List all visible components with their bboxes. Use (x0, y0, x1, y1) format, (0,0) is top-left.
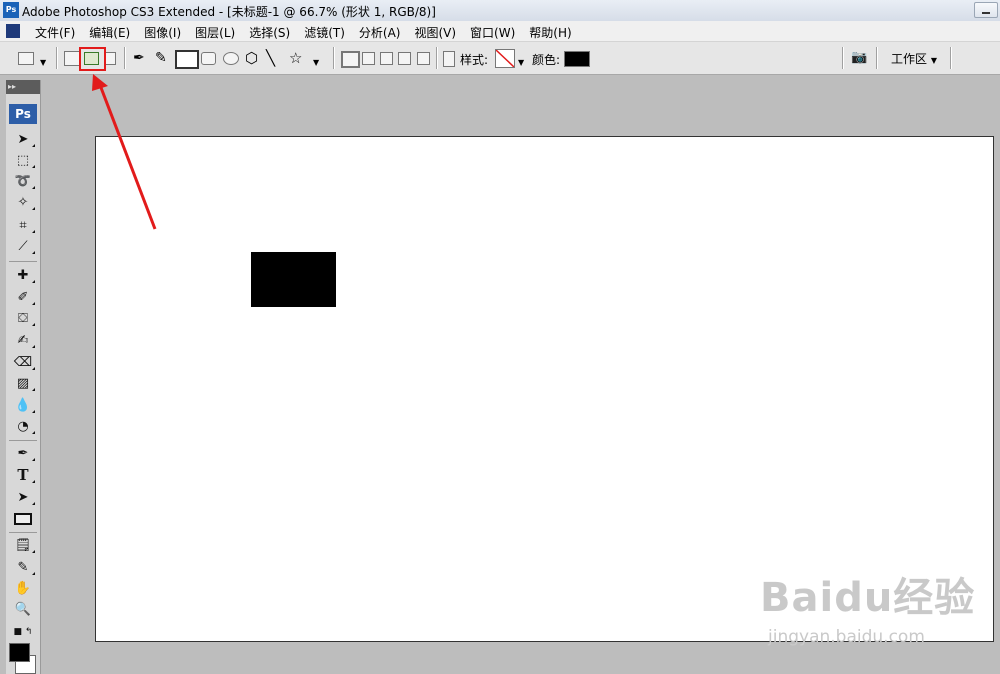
zoom-tool-icon[interactable]: 🔍 (10, 600, 36, 618)
history-brush-icon[interactable]: ✍ (10, 331, 36, 349)
fill-pixels-mode-icon[interactable] (105, 52, 116, 65)
gradient-tool-icon[interactable]: ▨ (10, 374, 36, 392)
shape-layers-mode-icon[interactable] (64, 51, 80, 66)
toolbox: ▸▸ Ps ➤ ⬚ ➰ ✧ ⌗ ⟋ ✚ ✐ ⛋ ✍ ⌫ ▨ 💧 ◔ ✒ T ➤ … (6, 80, 41, 674)
toolbox-grip[interactable]: ▸▸ (6, 80, 40, 94)
ellipse-tool-icon[interactable] (223, 52, 239, 65)
default-colors-icon[interactable]: ■ ↰ (10, 623, 36, 641)
style-dropdown-icon[interactable]: ▼ (518, 54, 524, 70)
tool-preset-icon[interactable] (18, 52, 34, 65)
minimize-icon (982, 12, 990, 14)
line-tool-icon[interactable]: ╲ (266, 49, 275, 67)
slice-tool-icon[interactable]: ⟋ (10, 237, 36, 255)
style-label: 样式: (460, 53, 489, 67)
tool-preset-dropdown-icon[interactable]: ▼ (40, 54, 46, 70)
freeform-pen-icon[interactable]: ✎ (155, 50, 167, 66)
color-swatch[interactable] (564, 51, 590, 67)
options-bar: ▼ ✒ ✎ ⬡ ╲ ☆ ▼ 样式: ▼ 颜色: 📷 工作区 ▼ (0, 42, 1000, 75)
watermark-url: jingyan.baidu.com (768, 627, 925, 647)
document-icon[interactable] (6, 24, 20, 38)
crop-tool-icon[interactable]: ⌗ (10, 216, 36, 234)
menu-bar: 文件(F) 编辑(E) 图像(I) 图层(L) 选择(S) 滤镜(T) 分析(A… (0, 21, 1000, 42)
menu-filter[interactable]: 滤镜(T) (297, 23, 352, 42)
color-label: 颜色: (532, 53, 561, 67)
geometry-options-icon[interactable]: ▼ (313, 54, 319, 70)
photoshop-logo[interactable]: Ps (9, 104, 37, 124)
path-selection-icon[interactable]: ➤ (10, 488, 36, 506)
exclude-shape-icon[interactable] (417, 52, 430, 65)
watermark-brand: Baidu经验 (760, 575, 976, 621)
rounded-rectangle-icon[interactable] (201, 52, 216, 65)
menu-analysis[interactable]: 分析(A) (352, 23, 408, 42)
link-style-icon[interactable] (443, 51, 455, 67)
workspace-menu[interactable]: 工作区 ▼ (891, 50, 937, 66)
new-shape-layer-icon[interactable] (341, 51, 360, 68)
watermark: Baidu经验 jingyan.baidu.com (760, 565, 976, 647)
lasso-tool-icon[interactable]: ➰ (10, 172, 36, 190)
pen-tool-icon[interactable]: ✒ (10, 444, 36, 462)
menu-select[interactable]: 选择(S) (242, 23, 297, 42)
menu-window[interactable]: 窗口(W) (463, 23, 522, 42)
workspace-dropdown-icon: ▼ (930, 56, 937, 65)
shape-tool-icon[interactable] (10, 510, 36, 528)
foreground-color-swatch[interactable] (9, 643, 30, 662)
menu-help[interactable]: 帮助(H) (522, 23, 578, 42)
magic-wand-icon[interactable]: ✧ (10, 193, 36, 211)
move-tool-icon[interactable]: ➤ (10, 130, 36, 148)
marquee-tool-icon[interactable]: ⬚ (10, 151, 36, 169)
workspace-label: 工作区 (891, 52, 928, 66)
photoshop-app-icon: Ps (3, 2, 19, 18)
polygon-tool-icon[interactable]: ⬡ (245, 49, 258, 67)
minimize-button[interactable] (974, 2, 998, 18)
bridge-icon[interactable]: 📷 (851, 50, 867, 66)
rectangle-shape[interactable] (251, 252, 336, 307)
hand-tool-icon[interactable]: ✋ (10, 579, 36, 597)
dodge-tool-icon[interactable]: ◔ (10, 417, 36, 435)
style-swatch[interactable] (495, 49, 515, 68)
custom-shape-icon[interactable]: ☆ (289, 49, 302, 67)
add-to-shape-icon[interactable] (362, 52, 375, 65)
menu-view[interactable]: 视图(V) (407, 23, 463, 42)
menu-image[interactable]: 图像(I) (137, 23, 188, 42)
subtract-shape-icon[interactable] (380, 52, 393, 65)
window-title: Adobe Photoshop CS3 Extended - [未标题-1 @ … (22, 5, 436, 19)
eyedropper-icon[interactable]: ✎ (10, 558, 36, 576)
pen-tool-icon[interactable]: ✒ (133, 50, 145, 66)
rectangle-tool-icon[interactable] (175, 50, 199, 69)
highlight-box (79, 47, 106, 71)
type-tool-icon[interactable]: T (10, 466, 36, 484)
clone-stamp-icon[interactable]: ⛋ (10, 309, 36, 327)
menu-edit[interactable]: 编辑(E) (82, 23, 137, 42)
no-style-icon (496, 50, 514, 67)
intersect-shape-icon[interactable] (398, 52, 411, 65)
blur-tool-icon[interactable]: 💧 (10, 396, 36, 414)
notes-tool-icon[interactable]: 🗒 (10, 536, 36, 554)
brush-tool-icon[interactable]: ✐ (10, 288, 36, 306)
healing-brush-icon[interactable]: ✚ (10, 266, 36, 284)
title-bar: Ps Adobe Photoshop CS3 Extended - [未标题-1… (0, 0, 1000, 22)
menu-file[interactable]: 文件(F) (28, 23, 82, 42)
eraser-tool-icon[interactable]: ⌫ (10, 353, 36, 371)
menu-layer[interactable]: 图层(L) (188, 23, 242, 42)
